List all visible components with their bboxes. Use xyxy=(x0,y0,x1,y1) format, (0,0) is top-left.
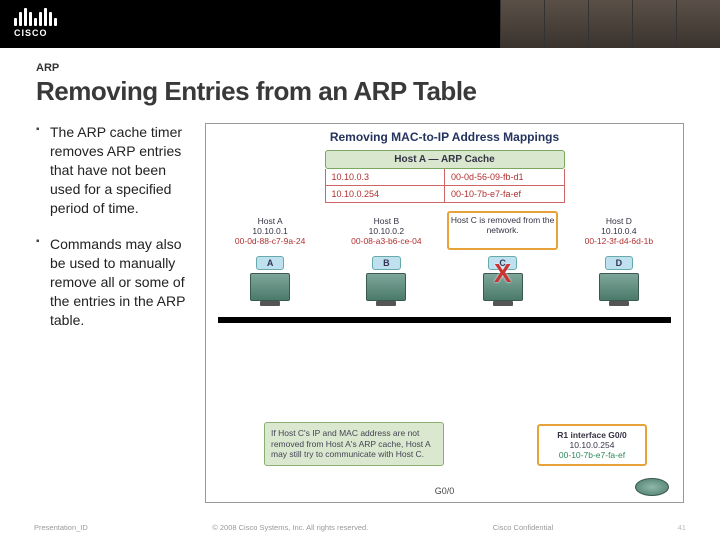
cisco-logo: CISCO xyxy=(14,6,57,38)
cache-ip: 10.10.0.3 xyxy=(326,169,446,185)
body-row: The ARP cache timer removes ARP entries … xyxy=(36,123,684,503)
pc-icon: A xyxy=(214,256,326,301)
bullet-list: The ARP cache timer removes ARP entries … xyxy=(36,123,191,503)
hosts-row: Host A 10.10.0.1 00-0d-88-c7-9a-24 Host … xyxy=(206,211,683,250)
cache-header: Host A — ARP Cache xyxy=(325,150,565,169)
cache-ip: 10.10.0.254 xyxy=(326,186,446,202)
pc-icon: B xyxy=(331,256,443,301)
footer-center: © 2008 Cisco Systems, Inc. All rights re… xyxy=(212,523,368,532)
arp-cache-box: Host A — ARP Cache 10.10.0.3 00-0d-56-09… xyxy=(325,150,565,203)
monitor-icon xyxy=(250,273,290,301)
logo-text: CISCO xyxy=(14,28,57,38)
pc-icon: C X xyxy=(447,256,559,301)
x-mark-icon: X xyxy=(494,258,511,289)
router-icon xyxy=(635,478,669,496)
cache-row: 10.10.0.3 00-0d-56-09-fb-d1 xyxy=(325,169,565,186)
content-area: ARP Removing Entries from an ARP Table T… xyxy=(0,48,720,503)
host-info: Host B 10.10.0.2 00-08-a3-b6-ce-04 xyxy=(331,211,443,250)
cache-mac: 00-10-7b-e7-fa-ef xyxy=(445,186,564,202)
devices-row: A B C X D xyxy=(206,256,683,301)
diagram-title: Removing MAC-to-IP Address Mappings xyxy=(206,124,683,148)
note-box: If Host C's IP and MAC address are not r… xyxy=(264,422,444,466)
diagram-panel: Removing MAC-to-IP Address Mappings Host… xyxy=(205,123,684,503)
host-info: Host D 10.10.0.4 00-12-3f-d4-6d-1b xyxy=(563,211,675,250)
footer-left: Presentation_ID xyxy=(34,523,88,532)
bullet-item: The ARP cache timer removes ARP entries … xyxy=(36,123,191,217)
pc-icon: D xyxy=(563,256,675,301)
header-band: CISCO xyxy=(0,0,720,48)
cache-mac: 00-0d-56-09-fb-d1 xyxy=(445,169,564,185)
port-label: G0/0 xyxy=(435,486,455,496)
footer: Presentation_ID © 2008 Cisco Systems, In… xyxy=(0,523,720,532)
slide-eyebrow: ARP xyxy=(36,62,684,74)
host-info: Host A 10.10.0.1 00-0d-88-c7-9a-24 xyxy=(214,211,326,250)
logo-bars-icon xyxy=(14,6,57,26)
monitor-icon xyxy=(599,273,639,301)
bullet-item: Commands may also be used to manually re… xyxy=(36,235,191,329)
network-line-icon xyxy=(218,317,671,323)
slide-title: Removing Entries from an ARP Table xyxy=(36,76,684,107)
people-photo-band xyxy=(500,0,720,48)
router-info-box: R1 interface G0/0 10.10.0.254 00-10-7b-e… xyxy=(537,424,647,466)
host-info-removed: Host C is removed from the network. xyxy=(447,211,559,250)
page-number: 41 xyxy=(678,523,686,532)
monitor-icon xyxy=(366,273,406,301)
cache-row: 10.10.0.254 00-10-7b-e7-fa-ef xyxy=(325,186,565,203)
footer-right: Cisco Confidential xyxy=(493,523,553,532)
